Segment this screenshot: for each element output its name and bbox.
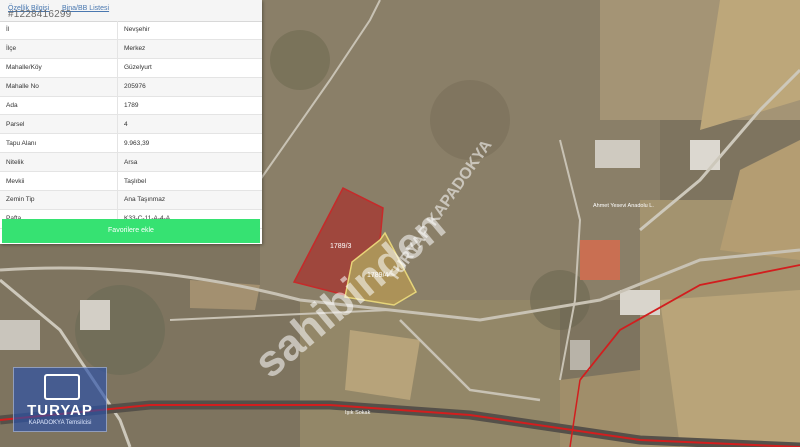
info-label: Nitelik [0,152,118,173]
info-label: İl [0,21,118,40]
info-row: Tapu Alanı 9.963,39 [0,133,262,154]
info-label: Zemin Tip [0,190,118,210]
info-row: Mevkii Taşlıbel [0,171,262,192]
logo-sub: KAPADOKYA Temsilcisi [28,420,92,426]
info-label: İlçe [0,39,118,59]
info-value: Taşlıbel [117,171,262,192]
info-label: Mahalle No [0,77,118,97]
info-value: 9.963,39 [117,133,262,154]
info-value: 4 [117,114,262,135]
info-row: Ada 1789 [0,96,262,116]
info-row: Mahalle No 205976 [0,77,262,97]
turyap-logo: TURYAP KAPADOKYA Temsilcisi [13,367,107,432]
parcel-info-table: İl Nevşehir İlçe Merkez Mahalle/Köy Güzelyurt… [0,21,262,229]
info-label: Parsel [0,114,118,135]
logo-brand: TURYAP [27,402,93,419]
info-value: Ana Taşınmaz [117,190,262,210]
info-row: Nitelik Arsa [0,152,262,173]
info-tabs: Özellik Bilgisi Bina/BB Listesi #1228416… [0,0,262,22]
add-to-favorites-button[interactable]: Favorilere ekle [2,219,260,243]
info-value: Merkez [117,39,262,59]
info-value: 1789 [117,96,262,116]
info-row: Mahalle/Köy Güzelyurt [0,58,262,78]
info-label: Ada [0,96,118,116]
map-label-road: Işık Sokak [345,410,371,416]
info-row: İlçe Merkez [0,39,262,59]
info-value: Arsa [117,152,262,173]
handshake-icon [44,374,80,400]
parcel-label-1789-3: 1789/3 [330,243,352,250]
info-label: Tapu Alanı [0,133,118,154]
parcel-info-panel: Özellik Bilgisi Bina/BB Listesi #1228416… [0,0,262,244]
info-label: Mahalle/Köy [0,58,118,78]
info-row: Parsel 4 [0,114,262,135]
info-label: Mevkii [0,171,118,192]
info-value: 205976 [117,77,262,97]
listing-id: #1228416299 [8,9,72,20]
info-value: Nevşehir [117,21,262,40]
info-row: Zemin Tip Ana Taşınmaz [0,190,262,210]
info-value: Güzelyurt [117,58,262,78]
info-row: İl Nevşehir [0,21,262,40]
map-label-university: Ahmet Yesevi Anadolu L. [593,203,654,209]
